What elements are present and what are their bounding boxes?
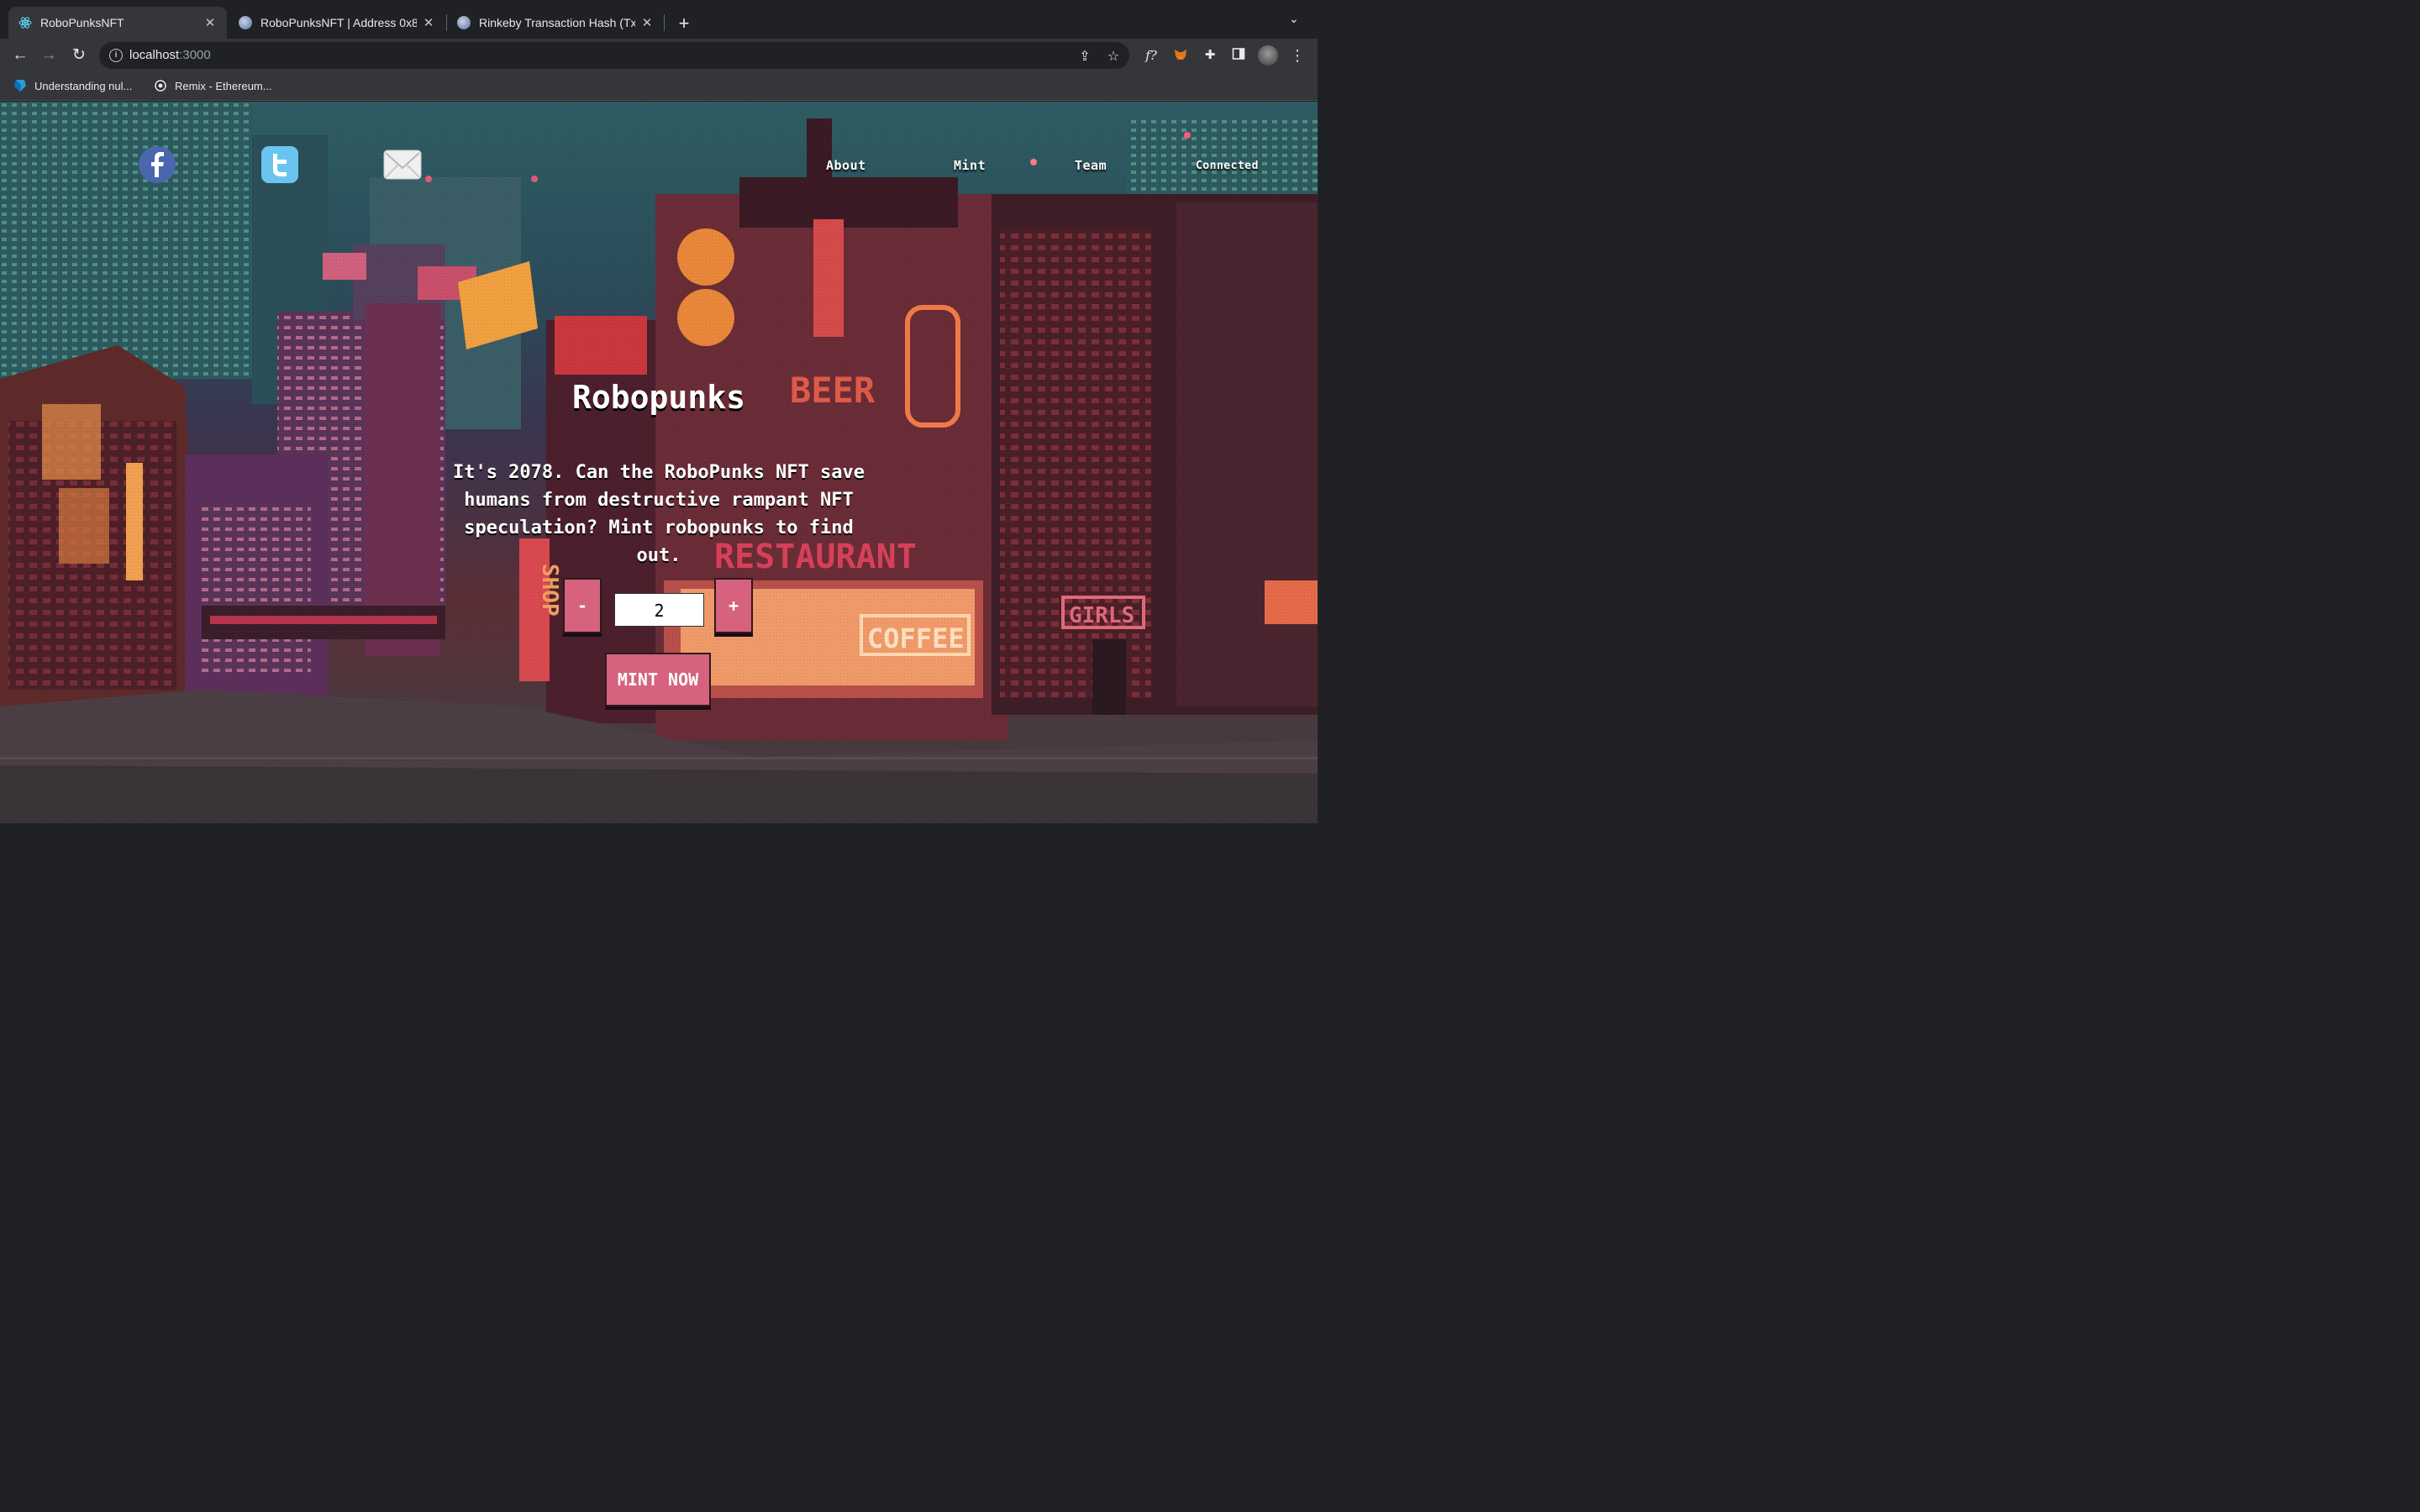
etherscan-icon: [457, 16, 471, 29]
wallet-status[interactable]: Connected: [1196, 160, 1259, 172]
bookmark-star-icon[interactable]: ☆: [1106, 48, 1121, 65]
mint-quantity-input[interactable]: 2: [614, 593, 704, 627]
site-info-icon[interactable]: i: [109, 49, 123, 62]
url-text[interactable]: localhost:3000: [129, 48, 211, 62]
facebook-icon[interactable]: [138, 145, 176, 184]
address-bar[interactable]: i localhost:3000 ⇪ ☆: [99, 42, 1129, 69]
twitter-icon[interactable]: [260, 145, 299, 184]
new-tab-button[interactable]: +: [675, 13, 693, 34]
back-icon[interactable]: ←: [10, 45, 30, 66]
tab-title: RoboPunksNFT | Address 0x8e: [260, 16, 417, 29]
page-title: Robopunks: [572, 379, 745, 416]
fx-icon[interactable]: f?: [1143, 47, 1160, 64]
puzzle-icon[interactable]: ✚: [1202, 47, 1218, 64]
remix-icon: [155, 80, 166, 92]
close-tab-icon[interactable]: ✕: [422, 15, 435, 30]
tab-search-chevron-icon[interactable]: ⌄: [1289, 12, 1299, 26]
nav-mint-link[interactable]: Mint: [954, 158, 986, 173]
close-tab-icon[interactable]: ✕: [203, 15, 217, 30]
url-port: :3000: [179, 48, 211, 62]
menu-dots-icon[interactable]: ⋮: [1289, 47, 1306, 64]
tab-separator: [664, 14, 665, 31]
browser-toolbar: ← → ↻ i localhost:3000 ⇪ ☆ f? ✚ ⋮: [0, 39, 1318, 72]
hero-description: It's 2078. Can the RoboPunks NFT save hu…: [452, 462, 865, 566]
nav-about-link[interactable]: About: [826, 158, 866, 173]
nav-team-link[interactable]: Team: [1075, 158, 1107, 173]
tab-title: Rinkeby Transaction Hash (Txh: [479, 16, 635, 29]
bookmark-understanding-null[interactable]: Understanding nul...: [13, 79, 132, 92]
mint-now-button[interactable]: MINT NOW: [605, 653, 711, 706]
sidepanel-icon[interactable]: [1230, 47, 1247, 64]
decrement-button[interactable]: -: [563, 578, 602, 633]
bookmarks-bar: Understanding nul... Remix - Ethereum...: [0, 72, 1318, 101]
tab-etherscan-address[interactable]: RoboPunksNFT | Address 0x8e ✕: [229, 7, 445, 39]
bookmark-label: Understanding nul...: [34, 79, 133, 92]
react-icon: [18, 17, 32, 29]
metamask-icon[interactable]: [1172, 47, 1189, 64]
bookmark-remix[interactable]: Remix - Ethereum...: [154, 79, 272, 92]
tab-strip: RoboPunksNFT ✕ RoboPunksNFT | Address 0x…: [0, 0, 1318, 39]
email-icon[interactable]: [383, 145, 422, 184]
robopunks-page: BEER RESTAURANT SHOP COFFEE GIRLS: [0, 102, 1318, 823]
etherscan-icon: [239, 16, 252, 29]
tab-robopunks[interactable]: RoboPunksNFT ✕: [8, 7, 227, 39]
share-icon[interactable]: ⇪: [1077, 48, 1092, 65]
url-host: localhost: [129, 48, 180, 62]
profile-avatar[interactable]: [1258, 45, 1278, 66]
tab-title: RoboPunksNFT: [40, 16, 124, 29]
dart-icon: [14, 80, 26, 92]
reload-icon[interactable]: ↻: [69, 45, 89, 66]
forward-icon[interactable]: →: [39, 45, 59, 66]
increment-button[interactable]: +: [714, 578, 753, 633]
bookmark-label: Remix - Ethereum...: [175, 79, 272, 92]
tab-rinkeby-tx[interactable]: Rinkeby Transaction Hash (Txh ✕: [447, 7, 664, 39]
close-tab-icon[interactable]: ✕: [640, 15, 654, 30]
